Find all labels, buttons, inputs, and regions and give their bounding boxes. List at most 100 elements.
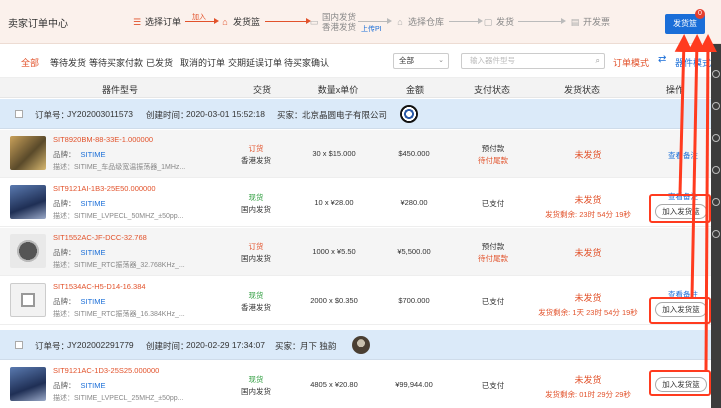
payment-status: 已支付: [481, 381, 505, 390]
order-mode-link[interactable]: 订单模式: [613, 56, 649, 69]
brand-label: 品牌：: [53, 199, 76, 208]
step-label: 发货篮: [233, 17, 261, 27]
seller-header: 卖家订单中心 ☰ 选择订单 加入 ⌂ 发货篮 ▭ 国内发货 香港发货 上传PI …: [0, 0, 721, 44]
step-ship-basket: ⌂ 发货篮: [220, 15, 260, 28]
basket-icon: ⌂: [222, 16, 228, 27]
tab-buyer-confirm[interactable]: 待买家确认: [284, 56, 329, 69]
brand-name[interactable]: SITIME: [81, 248, 106, 257]
tool-icon[interactable]: [712, 198, 720, 206]
amount: ¥99,944.00: [395, 380, 433, 389]
tool-icon[interactable]: [712, 230, 720, 238]
part-number[interactable]: SIT8920BM-88-33E-1.000000: [53, 135, 153, 144]
add-to-basket-button[interactable]: 加入发货篮: [655, 204, 707, 219]
part-search-input[interactable]: 输入器件型号 ⌕: [461, 53, 605, 69]
invoice-icon: ▤: [570, 16, 580, 27]
step-select-order: ☰ 选择订单: [132, 15, 181, 28]
qty-price: 4805 x ¥20.80: [310, 380, 358, 389]
step-label: 香港发货: [322, 22, 357, 32]
stock-status: 现货: [248, 291, 264, 300]
chevron-down-icon: ⌄: [438, 57, 444, 64]
step-domestic-hk: ▭ 国内发货 香港发货: [309, 12, 356, 32]
product-thumbnail: [10, 367, 46, 401]
brand-name[interactable]: SITIME: [81, 381, 106, 390]
select-order-icon: ☰: [132, 16, 142, 27]
description-label: 描述：: [53, 213, 74, 220]
ship-origin: 香港发货: [241, 156, 271, 165]
payment-pending: 待付尾款: [478, 254, 508, 263]
step-label: 选择仓库: [408, 17, 445, 27]
warehouse-icon: ⌂: [397, 16, 403, 27]
step-label: 国内发货: [322, 12, 357, 22]
amount: ¥5,500.00: [397, 247, 431, 256]
col-shipping: 发货状态: [563, 85, 601, 95]
part-mode-link[interactable]: 器件模式: [675, 56, 711, 69]
description-label: 描述：: [53, 164, 74, 171]
buyer-label: 买家：: [277, 110, 303, 120]
tab-all[interactable]: 全部: [21, 56, 39, 69]
add-to-basket-button[interactable]: 加入发货篮: [655, 377, 707, 392]
switch-mode-icon[interactable]: ⇄: [658, 54, 666, 65]
col-qty-price: 数量x单价: [317, 85, 359, 95]
buyer-name: 北京晶圆电子有限公司: [302, 110, 388, 120]
shipping-status-text: 未发货: [574, 375, 602, 385]
status-select[interactable]: 全部 ⌄: [393, 53, 449, 69]
tool-icon[interactable]: [712, 166, 720, 174]
part-number[interactable]: SIT9121AI-1B3-25E50.000000: [53, 184, 156, 193]
brand-line: 品牌： SITIME: [53, 149, 106, 160]
search-icon[interactable]: ⌕: [596, 54, 600, 68]
description-text: SITIME_RTC振荡器_16.384KHz_...: [74, 311, 185, 318]
description-line: 描述：SITIME_车品级宽温振荡器_1MHz...: [53, 162, 185, 172]
order-checkbox[interactable]: [15, 110, 23, 118]
add-to-basket-button[interactable]: 加入发货篮: [655, 302, 707, 317]
part-number[interactable]: SIT1534AC-H5-D14-16.384: [53, 282, 146, 291]
brand-line: 品牌： SITIME: [53, 247, 106, 258]
order-item-row: SIT1552AC-JF-DCC-32.768 品牌： SITIME 描述：SIT…: [0, 228, 711, 276]
stock-status: 订货: [248, 242, 264, 251]
tab-delayed[interactable]: 交期延误订单: [228, 56, 282, 69]
order-id-label: 订单号：: [35, 341, 70, 351]
description-line: 描述：SITIME_LVPECL_50MHZ_±50pp...: [53, 211, 184, 221]
status-select-value: 全部: [399, 56, 414, 65]
shipping-countdown: 发货剩余: 23时 54分 19秒: [545, 210, 631, 219]
step-label: 发货: [496, 17, 515, 27]
buyer-avatar: [352, 336, 370, 354]
brand-name[interactable]: SITIME: [81, 199, 106, 208]
payment-status: 已支付: [481, 297, 505, 306]
tab-shipped[interactable]: 已发货: [146, 56, 173, 69]
view-note-link[interactable]: 查看备注: [668, 150, 698, 161]
description-label: 描述：: [53, 262, 74, 269]
tab-cancelled[interactable]: 取消的订单: [180, 56, 225, 69]
ship-origin: 国内发货: [241, 205, 271, 214]
brand-name[interactable]: SITIME: [81, 150, 106, 159]
tool-icon[interactable]: [712, 70, 720, 78]
description-line: 描述：SITIME_LVPECL_25MHZ_±50pp...: [53, 393, 184, 403]
tool-icon[interactable]: [712, 134, 720, 142]
brand-name[interactable]: SITIME: [81, 297, 106, 306]
amount: $450.000: [398, 149, 430, 158]
description-text: SITIME_车品级宽温振荡器_1MHz...: [74, 164, 186, 171]
brand-line: 品牌： SITIME: [53, 198, 106, 209]
step-ship: ▢ 发货: [483, 15, 514, 28]
product-thumbnail: [10, 185, 46, 219]
step-arrow: [518, 18, 566, 24]
part-number[interactable]: SIT1552AC-JF-DCC-32.768: [53, 233, 147, 242]
order-id-label: 订单号：: [35, 110, 70, 120]
table-header: 器件型号 交货 数量x单价 金额 支付状态 发货状态 操作: [0, 78, 711, 98]
description-label: 描述：: [53, 311, 74, 318]
view-note-link[interactable]: 查看备注: [668, 191, 698, 202]
stock-status: 现货: [248, 193, 264, 202]
buyer-name: 月下 独韵: [300, 341, 337, 351]
ship-origin: 香港发货: [241, 303, 271, 312]
amount: ¥280.00: [400, 198, 428, 207]
description-text: SITIME_LVPECL_50MHZ_±50pp...: [74, 213, 184, 220]
part-number[interactable]: SIT9121AC-1D3-25S25.000000: [53, 366, 159, 375]
tab-awaiting-shipment[interactable]: 等待发货: [50, 56, 86, 69]
description-text: SITIME_RTC振荡器_32.768KHz_...: [74, 262, 185, 269]
tool-icon[interactable]: [712, 102, 720, 110]
order-checkbox[interactable]: [15, 341, 23, 349]
tab-awaiting-payment[interactable]: 等待买家付款: [89, 56, 143, 69]
arrow-add-label: 加入: [192, 14, 206, 21]
shipping-countdown: 发货剩余: 1天 23时 54分 19秒: [538, 308, 638, 317]
view-note-link[interactable]: 查看备注: [668, 289, 698, 300]
shipping-status-text: 未发货: [574, 150, 602, 160]
